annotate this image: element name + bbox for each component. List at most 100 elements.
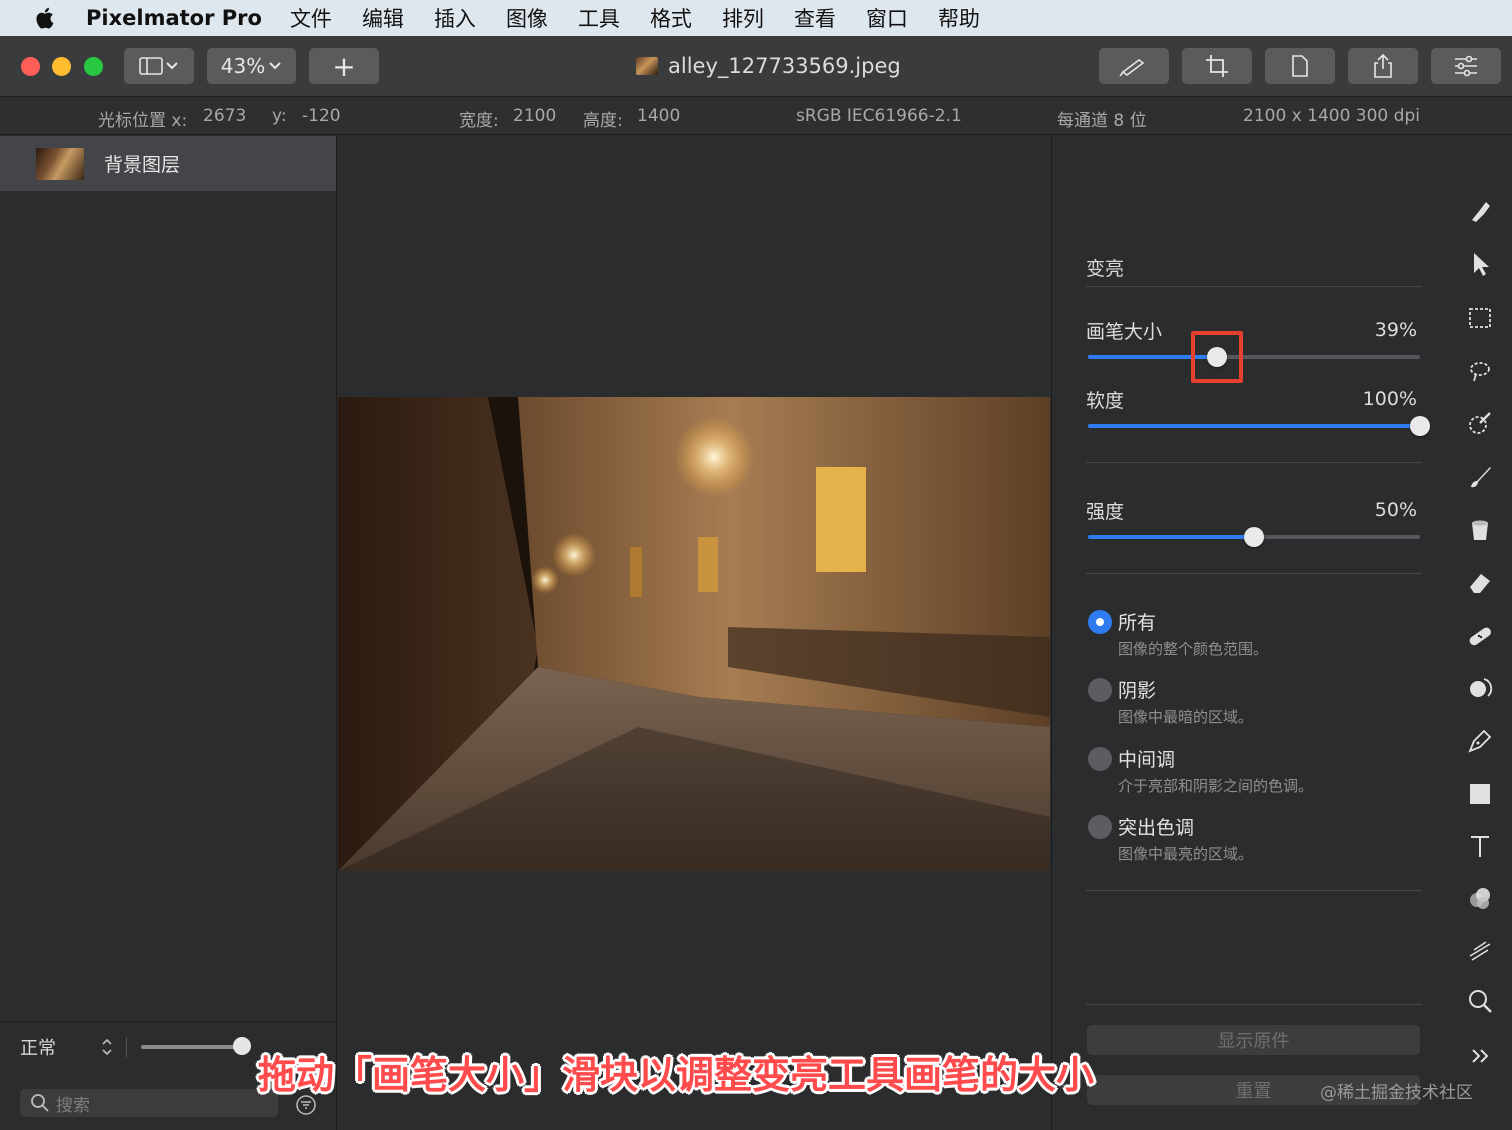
divider: [126, 1036, 127, 1057]
layer-name: 背景图层: [104, 154, 181, 176]
chevron-down-icon: [166, 62, 178, 70]
cursor-y-value: -120: [302, 106, 341, 126]
tool-zoom[interactable]: [1464, 985, 1496, 1017]
document-image[interactable]: [338, 397, 1050, 871]
crop-button[interactable]: [1182, 48, 1252, 84]
tool-title: 变亮: [1086, 258, 1125, 280]
menu-window[interactable]: 窗口: [866, 3, 908, 33]
show-original-button[interactable]: 显示原件: [1087, 1025, 1420, 1055]
tool-lasso[interactable]: [1464, 355, 1496, 387]
bandage-icon: [1469, 627, 1491, 646]
tool-color-adjust[interactable]: [1464, 882, 1496, 914]
sidebar-toggle-button[interactable]: [124, 48, 194, 84]
color-circles-icon: [1470, 888, 1490, 909]
search-placeholder: 搜索: [56, 1095, 90, 1116]
blend-mode-select[interactable]: 正常: [20, 1034, 100, 1060]
height-value: 1400: [637, 106, 681, 126]
tool-effects[interactable]: [1464, 934, 1496, 966]
sliders-icon: [1455, 55, 1477, 77]
pen-icon: [1119, 59, 1145, 77]
tool-selection[interactable]: [1464, 302, 1496, 334]
menu-edit[interactable]: 编辑: [362, 3, 404, 33]
tool-paint[interactable]: [1464, 461, 1496, 493]
add-button[interactable]: +: [309, 48, 379, 84]
close-window-button[interactable]: [21, 57, 40, 76]
pen-tool-button[interactable]: [1099, 48, 1169, 84]
paint-bucket-icon: [1472, 520, 1488, 540]
crop-icon: [1206, 55, 1228, 77]
menu-tools[interactable]: 工具: [578, 3, 620, 33]
zoom-dropdown[interactable]: 43%: [207, 48, 296, 84]
layer-row[interactable]: 背景图层: [0, 136, 336, 191]
range-option-title: 阴影: [1118, 680, 1157, 702]
softness-label: 软度: [1086, 390, 1125, 412]
zoom-value: 43%: [220, 54, 266, 78]
document-title[interactable]: alley_127733569.jpeg: [668, 54, 901, 78]
up-down-chevron-icon[interactable]: [100, 1037, 114, 1057]
tool-shapes[interactable]: [1464, 778, 1496, 810]
canvas-area[interactable]: [338, 136, 1050, 1130]
menu-image[interactable]: 图像: [506, 3, 548, 33]
cursor-arrow-icon: [1474, 253, 1489, 276]
tool-fill[interactable]: [1464, 514, 1496, 546]
tool-retouch[interactable]: [1464, 620, 1496, 652]
brush-size-knob-highlight: [1191, 331, 1243, 383]
cursor-y-label: y:: [272, 106, 287, 126]
tool-type[interactable]: [1464, 830, 1496, 862]
app-menu[interactable]: Pixelmator Pro: [86, 6, 262, 30]
document-button[interactable]: [1265, 48, 1335, 84]
tool-arrange[interactable]: [1464, 248, 1496, 280]
radio-button[interactable]: [1088, 747, 1112, 771]
tutorial-caption: 拖动「画笔大小」滑块以调整变亮工具画笔的大小: [258, 1053, 1095, 1097]
softness-slider-knob[interactable]: [1410, 416, 1430, 436]
opacity-slider[interactable]: [141, 1036, 251, 1055]
strength-value[interactable]: 50%: [1375, 499, 1417, 521]
effects-icon: [1469, 941, 1491, 961]
opacity-slider-knob[interactable]: [233, 1036, 251, 1055]
menu-file[interactable]: 文件: [290, 3, 332, 33]
radio-button[interactable]: [1088, 678, 1112, 702]
share-button[interactable]: [1348, 48, 1418, 84]
text-icon: [1471, 836, 1489, 857]
brush-size-slider[interactable]: [1088, 347, 1420, 367]
strength-slider-knob[interactable]: [1244, 527, 1264, 547]
document-title-area: alley_127733569.jpeg: [636, 54, 901, 78]
zoom-window-button[interactable]: [84, 57, 103, 76]
range-option-desc: 图像中最亮的区域。: [1118, 845, 1254, 863]
adjustments-button[interactable]: [1431, 48, 1501, 84]
range-option-title: 所有: [1118, 612, 1157, 634]
menu-insert[interactable]: 插入: [434, 3, 476, 33]
tool-color-select[interactable]: [1464, 408, 1496, 440]
tool-pen[interactable]: [1464, 725, 1496, 757]
apple-logo-icon[interactable]: [34, 6, 54, 30]
more-tools-button[interactable]: [1464, 1040, 1496, 1072]
tool-light-dark[interactable]: [1464, 672, 1496, 704]
paintbrush-icon: [1471, 467, 1491, 488]
divider: [1086, 1004, 1422, 1005]
minimize-window-button[interactable]: [52, 57, 71, 76]
brush-size-value[interactable]: 39%: [1375, 319, 1417, 341]
layers-sidebar: 背景图层 正常 搜索: [0, 136, 337, 1130]
menu-format[interactable]: 格式: [650, 3, 692, 33]
tool-erase[interactable]: [1464, 567, 1496, 599]
layer-thumbnail: [36, 147, 84, 180]
strength-slider-fill: [1088, 535, 1254, 539]
menu-arrange[interactable]: 排列: [722, 3, 764, 33]
radio-button[interactable]: [1088, 610, 1112, 634]
softness-slider[interactable]: [1088, 416, 1430, 436]
document-icon: [1292, 55, 1308, 77]
range-option-title: 中间调: [1118, 749, 1176, 771]
menu-help[interactable]: 帮助: [938, 3, 980, 33]
tool-style[interactable]: [1464, 196, 1496, 228]
tools-strip: [1452, 136, 1512, 1130]
eraser-icon: [1470, 574, 1490, 593]
cursor-x-label: 光标位置 x:: [98, 111, 188, 131]
document-thumbnail: [636, 57, 658, 75]
softness-value[interactable]: 100%: [1363, 388, 1417, 410]
layers-search-field[interactable]: 搜索: [20, 1089, 278, 1117]
radio-button[interactable]: [1088, 815, 1112, 839]
strength-slider[interactable]: [1088, 527, 1420, 547]
menu-view[interactable]: 查看: [794, 3, 836, 33]
range-option-desc: 介于亮部和阴影之间的色调。: [1118, 777, 1314, 795]
magnifier-icon: [1469, 990, 1492, 1013]
